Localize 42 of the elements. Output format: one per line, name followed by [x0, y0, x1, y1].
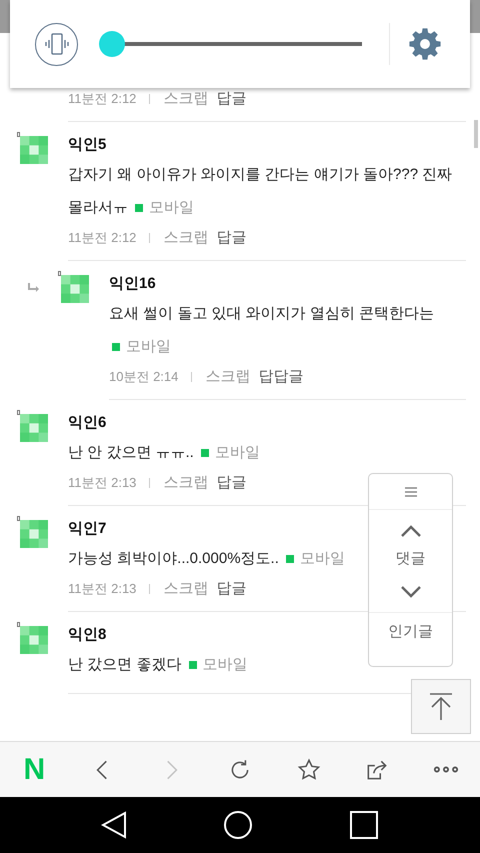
comment-time: 11분전 2:13	[68, 474, 136, 492]
avatar-icon	[20, 136, 48, 164]
recents-icon[interactable]	[349, 810, 379, 840]
avatar-icon	[61, 275, 89, 303]
comment-text: 난 갔으면 좋겠다 모바일	[68, 655, 249, 675]
back-icon[interactable]	[101, 811, 127, 839]
reply-link[interactable]: 답글	[216, 88, 246, 110]
scroll-up-icon[interactable]	[400, 524, 422, 538]
reply-link[interactable]: 답글	[216, 578, 246, 600]
comments-label: 댓글	[396, 549, 426, 569]
scroll-top-button[interactable]	[411, 679, 471, 734]
more-icon	[432, 766, 459, 773]
commenter-name: 익인8	[68, 625, 106, 645]
avatar-icon	[20, 520, 48, 548]
comment-text: 난 안 갔으면 ㅠㅠ.. 모바일	[68, 443, 262, 463]
comment-time: 11분전 2:12	[68, 229, 136, 248]
popular-posts-button[interactable]: 인기글	[388, 620, 433, 643]
menu-icon[interactable]	[404, 486, 418, 498]
reply-link[interactable]: 답답글	[258, 366, 304, 388]
home-icon[interactable]	[223, 810, 253, 840]
commenter-name: 익인7	[68, 519, 106, 539]
scrollbar-thumb	[474, 120, 478, 148]
reply-link[interactable]: 답글	[216, 226, 246, 250]
comment-text: 요새 썰이 돌고 있대 와이지가 열심히 콘택한다는 모바일	[109, 304, 436, 357]
reply-link[interactable]: 답글	[216, 472, 246, 494]
vibrate-button[interactable]	[35, 22, 78, 66]
commenter-name: 익인16	[109, 274, 156, 294]
comment-time: 10분전 2:14	[109, 368, 178, 386]
star-icon	[296, 756, 322, 782]
slider-thumb[interactable]	[99, 31, 125, 57]
avatar-icon	[20, 414, 48, 442]
commenter-name: 익인6	[68, 413, 106, 433]
scroll-down-icon[interactable]	[400, 584, 422, 598]
vibrate-icon	[44, 31, 70, 57]
commenter-name: 익인5	[68, 135, 106, 155]
comment-time: 11분전 2:13	[68, 580, 136, 598]
settings-icon[interactable]	[408, 27, 442, 61]
arrow-up-to-line-icon	[428, 692, 454, 722]
comment-time: 11분전 2:12	[68, 90, 136, 108]
reply-arrow-icon	[28, 283, 40, 293]
avatar-icon	[20, 626, 48, 654]
comment-text: 갑자기 왜 아이유가 와이지를 간다는 얘기가 돌아??? 진짜 몰라서ㅠ 모바일	[68, 165, 454, 218]
